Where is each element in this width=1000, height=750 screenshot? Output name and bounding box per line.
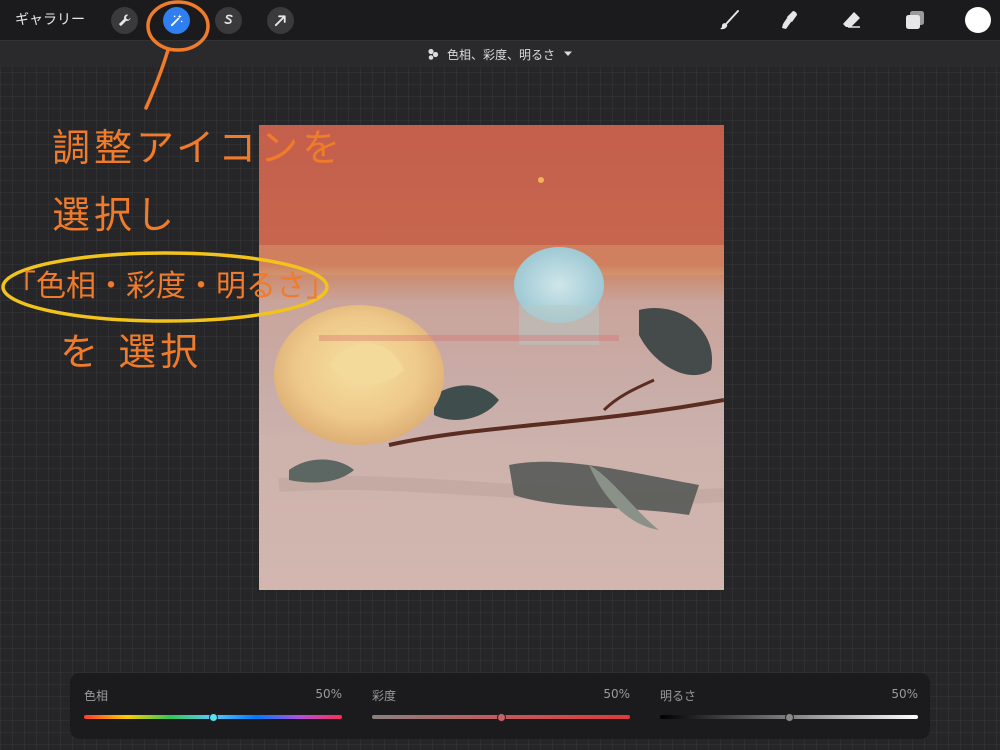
chevron-down-icon[interactable]: [563, 50, 573, 58]
brightness-slider-label: 明るさ: [660, 689, 697, 703]
smudge-icon: [782, 11, 797, 29]
selection-s-icon: [224, 14, 233, 25]
annotation-text-line2: 選択し: [52, 193, 179, 237]
hsb-dots-icon: [428, 48, 439, 60]
saturation-slider[interactable]: 彩度 50%: [372, 687, 630, 727]
saturation-slider-label: 彩度: [372, 689, 397, 703]
layers-icon: [906, 11, 924, 29]
arrow-icon: [274, 15, 286, 27]
annotation-text-line4: を 選択: [60, 330, 203, 374]
hsb-slider-panel: 色相 50% 彩度 50% 明るさ 50%: [70, 673, 930, 739]
brightness-slider-thumb[interactable]: [785, 713, 794, 722]
eraser-button[interactable]: [838, 6, 866, 34]
smudge-button[interactable]: [776, 6, 804, 34]
hue-slider-value: 50%: [315, 687, 342, 701]
annotation-text-line3: 「色相・彩度・明るさ」: [6, 269, 336, 304]
brush-button[interactable]: [716, 6, 744, 34]
gallery-button[interactable]: ギャラリー: [15, 10, 85, 30]
adjustments-button[interactable]: [163, 7, 190, 34]
saturation-slider-thumb[interactable]: [497, 713, 506, 722]
annotation-text-line1: 調整アイコンを: [52, 126, 345, 170]
actions-button[interactable]: [111, 7, 138, 34]
wrench-icon: [118, 14, 131, 27]
artwork-canvas[interactable]: [259, 125, 724, 590]
magic-wand-icon: [170, 14, 183, 27]
layers-button[interactable]: [901, 6, 929, 34]
transform-button[interactable]: [267, 7, 294, 34]
eraser-icon: [843, 12, 860, 28]
brightness-slider-value: 50%: [891, 687, 918, 701]
selection-button[interactable]: [215, 7, 242, 34]
adjustment-mode-title: 色相、彩度、明るさ: [446, 47, 555, 62]
saturation-slider-value: 50%: [603, 687, 630, 701]
brightness-slider[interactable]: 明るさ 50%: [660, 687, 918, 727]
brush-icon: [720, 10, 739, 30]
hue-slider-label: 色相: [84, 689, 109, 703]
hue-slider-thumb[interactable]: [209, 713, 218, 722]
adjustment-mode-bar[interactable]: 色相、彩度、明るさ: [0, 40, 1000, 67]
painting-image: [259, 125, 724, 590]
top-toolbar: ギャラリー: [0, 0, 1000, 40]
color-picker-button[interactable]: [965, 7, 991, 33]
hue-slider[interactable]: 色相 50%: [84, 687, 342, 727]
